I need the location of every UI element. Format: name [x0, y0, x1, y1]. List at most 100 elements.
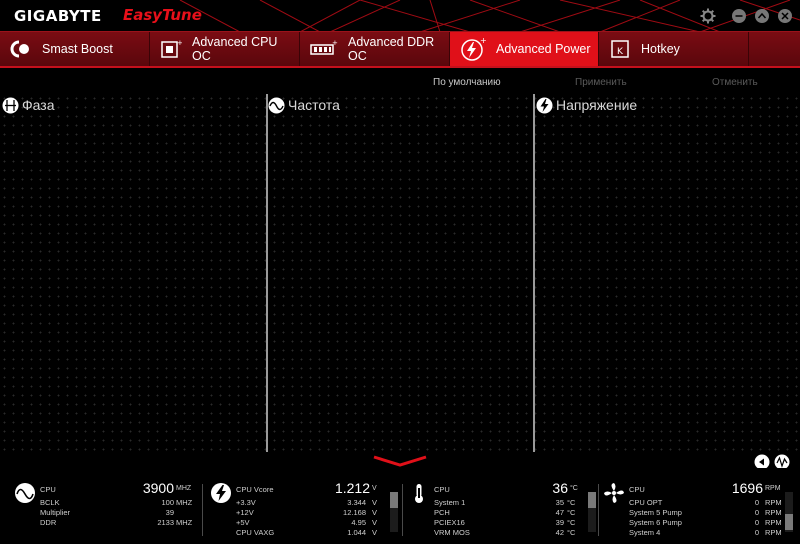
fan-scrollbar[interactable]	[785, 492, 793, 532]
panel-phase-header: Фаза	[2, 94, 54, 116]
monitor-row: BCLK 100 MHZ	[40, 498, 194, 508]
panel-frequency-title: Частота	[288, 97, 340, 113]
tab-label: Hotkey	[641, 42, 680, 56]
default-button[interactable]: По умолчанию	[433, 77, 501, 88]
temp-main-unit: °C	[570, 485, 578, 492]
frequency-icon	[268, 97, 285, 113]
temperature-scrollbar[interactable]	[588, 492, 596, 532]
temp-main-label: CPU	[434, 485, 450, 494]
scroll-thumb[interactable]	[588, 492, 596, 508]
scroll-thumb[interactable]	[785, 514, 793, 530]
row-value: 47	[555, 508, 564, 517]
fan-main-label: CPU	[629, 485, 645, 494]
row-unit: RPM	[765, 528, 782, 537]
cpu-chip-icon: +	[160, 39, 182, 59]
row-unit: MHZ	[176, 518, 193, 527]
row-name: System 4	[629, 528, 661, 537]
row-value: 0	[754, 508, 759, 517]
row-unit: °C	[567, 498, 576, 507]
row-unit: °C	[567, 518, 576, 527]
monitor-fan-group: CPU 1696 RPM CPU OPT 0 RPM System 5 Pump…	[603, 480, 793, 544]
monitor-row: PCIEX16 39 °C	[434, 518, 584, 528]
fan-icon	[604, 483, 624, 503]
panel-voltage-title: Напряжение	[556, 97, 638, 113]
row-name: Multiplier	[40, 508, 71, 517]
scroll-thumb[interactable]	[390, 492, 398, 508]
temp-main-value: 36	[552, 480, 568, 496]
row-name: +5V	[236, 518, 250, 527]
tab-advanced-power[interactable]: + Advanced Power	[450, 32, 599, 66]
maximize-button[interactable]	[754, 8, 770, 24]
row-value: 0	[754, 498, 759, 507]
tab-label: Advanced CPU OC	[192, 35, 278, 63]
monitor-row: +3.3V 3.344 V	[236, 498, 386, 508]
tab-bar-filler	[749, 32, 800, 66]
close-button[interactable]	[777, 8, 793, 24]
row-name: System 6 Pump	[629, 518, 682, 527]
row-value: 39	[165, 508, 174, 517]
phase-icon	[2, 97, 19, 113]
freq-main-value: 3900	[142, 480, 174, 496]
svg-text:K: K	[617, 47, 624, 57]
row-name: +12V	[236, 508, 254, 517]
row-unit: V	[372, 518, 378, 527]
row-unit: RPM	[765, 518, 782, 527]
tab-label: Smast Boost	[42, 42, 113, 56]
row-name: +3.3V	[236, 498, 256, 507]
monitor-temperature-group: CPU 36 °C System 1 35 °C PCH 47 °C PCIEX…	[408, 480, 598, 544]
row-unit: RPM	[765, 498, 782, 507]
monitor-separator	[402, 484, 403, 536]
monitor-frequency-group: CPU 3900 MHZ BCLK 100 MHZ Multiplier 39 …	[14, 480, 194, 544]
voltage-main-unit: V	[372, 485, 377, 492]
row-name: PCH	[434, 508, 450, 517]
voltage-main-value: 1.212	[334, 480, 370, 496]
tab-advanced-cpu-oc[interactable]: + Advanced CPU OC	[150, 32, 300, 66]
row-value: 39	[555, 518, 564, 527]
row-value: 100	[161, 498, 174, 507]
memory-module-icon: +	[310, 39, 338, 59]
row-name: System 1	[434, 498, 466, 507]
tab-smart-boost[interactable]: Smast Boost	[0, 32, 150, 66]
row-name: BCLK	[40, 498, 60, 507]
panel-divider	[533, 94, 535, 452]
row-value: 1.044	[347, 528, 366, 537]
row-unit: V	[372, 498, 378, 507]
row-unit: V	[372, 528, 378, 537]
svg-text:+: +	[177, 39, 182, 47]
apply-button[interactable]: Применить	[575, 77, 627, 88]
tab-advanced-ddr-oc[interactable]: + Advanced DDR OC	[300, 32, 450, 66]
panel-divider	[266, 94, 268, 452]
thermometer-icon	[415, 484, 423, 503]
minimize-button[interactable]	[731, 8, 747, 24]
panel-voltage-header: Напряжение	[536, 94, 637, 116]
row-unit: MHZ	[176, 498, 193, 507]
monitor-row: +12V 12.168 V	[236, 508, 386, 518]
decorative-red-lines	[179, 0, 800, 32]
row-name: DDR	[40, 518, 57, 527]
voltage-icon	[211, 483, 231, 503]
tab-hotkey[interactable]: K Hotkey	[599, 32, 749, 66]
fan-main-unit: RPM	[765, 485, 781, 492]
monitor-row: CPU VAXG 1.044 V	[236, 528, 386, 538]
monitor-row: Multiplier 39	[40, 508, 194, 518]
monitor-voltage-group: CPU Vcore 1.212 V +3.3V 3.344 V +12V 12.…	[210, 480, 400, 544]
freq-main-unit: MHZ	[176, 485, 192, 492]
monitor-row: System 6 Pump 0 RPM	[629, 518, 784, 528]
settings-gear-icon[interactable]	[700, 8, 716, 24]
monitor-row: +5V 4.95 V	[236, 518, 386, 528]
row-value: 4.95	[351, 518, 366, 527]
row-value: 35	[555, 498, 564, 507]
hardware-monitor: CPU 3900 MHZ BCLK 100 MHZ Multiplier 39 …	[0, 468, 800, 544]
row-name: VRM MOS	[434, 528, 470, 537]
brand-logo: GIGABYTE	[14, 7, 102, 25]
row-name: System 5 Pump	[629, 508, 682, 517]
monitor-separator	[202, 484, 203, 536]
cancel-button[interactable]: Отменить	[712, 77, 758, 88]
row-value: 2133	[157, 518, 174, 527]
power-settings-area: Фаза Частота Напряжение	[0, 94, 800, 452]
voltage-icon	[536, 97, 553, 113]
monitor-row: System 1 35 °C	[434, 498, 584, 508]
voltage-scrollbar[interactable]	[390, 492, 398, 532]
row-name: CPU OPT	[629, 498, 663, 507]
row-name: PCIEX16	[434, 518, 465, 527]
